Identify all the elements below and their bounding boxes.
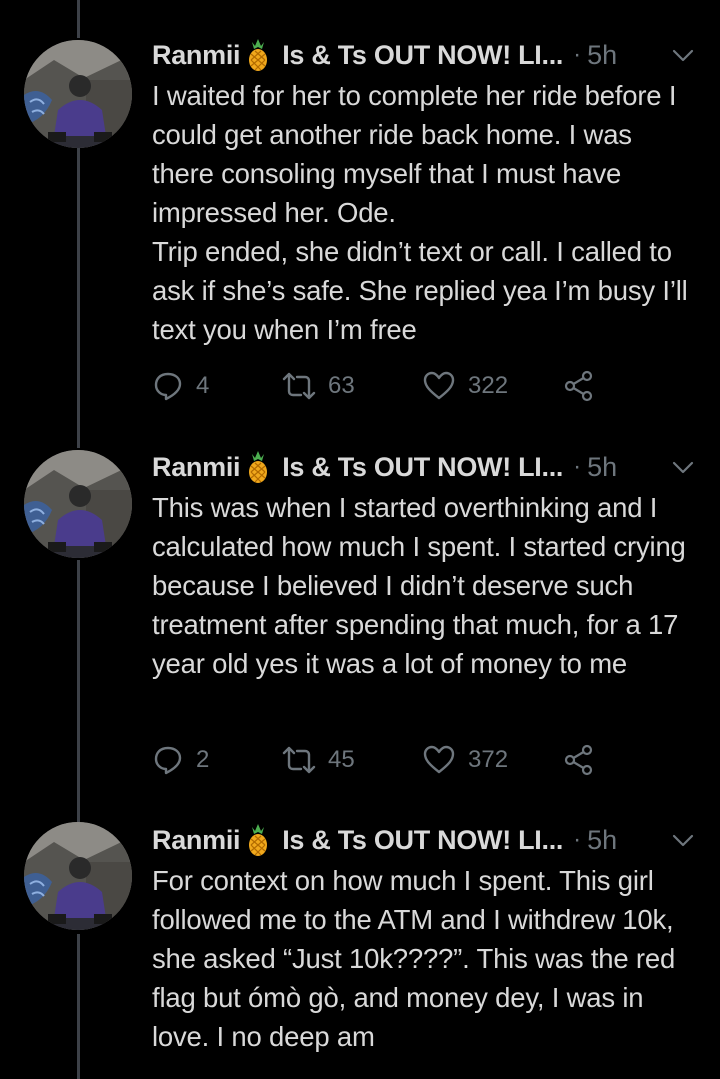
display-name[interactable]: Ranmii [152, 823, 241, 857]
tweet-text: For context on how much I spent. This gi… [152, 865, 676, 1052]
tweet[interactable]: Ranmii Is & Ts OUT NOW! LI... · 5h For c… [0, 0, 720, 1079]
pineapple-emoji-icon [249, 824, 268, 856]
avatar[interactable] [24, 822, 132, 930]
tweet-header: Ranmii Is & Ts OUT NOW! LI... · 5h [152, 823, 696, 857]
handle[interactable]: Is & Ts OUT NOW! LI... [282, 823, 563, 857]
timestamp[interactable]: 5h [587, 823, 617, 857]
separator-dot: · [573, 826, 582, 853]
chevron-down-icon[interactable] [670, 827, 696, 853]
